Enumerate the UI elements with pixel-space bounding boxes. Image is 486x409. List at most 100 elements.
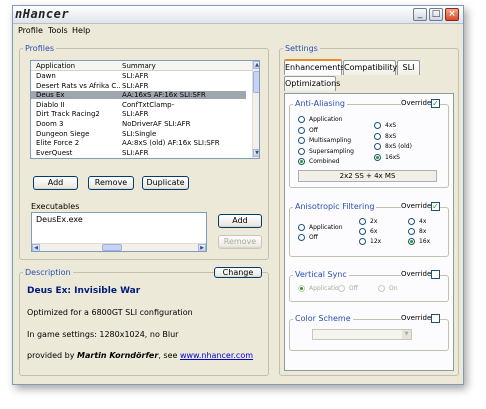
close-button[interactable]: × — [445, 8, 459, 21]
scroll-down-icon[interactable]: ▼ — [253, 149, 259, 157]
radio-label: 8xS (old) — [385, 143, 412, 150]
menu-bar: Profile Tools Help — [13, 24, 463, 38]
radio-button[interactable] — [359, 228, 366, 235]
tab-optimizations[interactable]: Optimizations — [284, 76, 340, 91]
radio-button[interactable] — [298, 147, 305, 155]
menu-help[interactable]: Help — [72, 26, 90, 35]
profiles-title: Profiles — [23, 44, 57, 53]
settings-tabs: Enhancements Compatibility SLI Optimizat… — [284, 59, 454, 93]
row-application: Dungeon Siege — [36, 129, 90, 138]
scroll-right-icon[interactable]: ▶ — [198, 244, 206, 251]
radio-label: 16xS — [385, 153, 400, 161]
settings-title: Settings — [283, 44, 320, 53]
radio-label: 2x — [370, 218, 378, 225]
table-row[interactable]: Desert Rats vs Afrika C... SLI:AFR — [31, 82, 246, 90]
radio-button[interactable] — [374, 122, 381, 129]
row-application: EverQuest — [36, 148, 73, 157]
scroll-left-icon[interactable]: ◀ — [32, 244, 40, 251]
table-row[interactable]: Doom 3 NoDriverAF SLI:AFR — [31, 120, 246, 128]
description-line-1: Optimized for a 6800GT SLI configuration — [27, 308, 193, 317]
row-summary: SLI:AFR — [122, 110, 149, 119]
menu-profile[interactable]: Profile — [18, 26, 43, 35]
radio-label: 6x — [370, 228, 378, 235]
tab-compatibility[interactable]: Compatibility — [343, 60, 397, 75]
radio-button[interactable] — [408, 218, 415, 225]
row-summary: ConfTxtClamp- — [122, 100, 175, 109]
column-header-application[interactable]: Application — [36, 62, 75, 70]
table-row[interactable]: Elite Force 2 AA:8xS (old) AF:16x SLI:SFR — [31, 139, 246, 147]
vsync-override-label: Override — [401, 270, 432, 278]
table-row[interactable]: Dungeon Siege SLI:Single — [31, 130, 246, 138]
radio-button[interactable] — [298, 158, 305, 165]
radio-button[interactable] — [359, 218, 366, 225]
row-application: Elite Force 2 — [36, 139, 80, 148]
radio-button[interactable] — [374, 143, 381, 150]
radio-label: Application — [309, 116, 343, 123]
aa-status: 2x2 SS + 4x MS — [298, 170, 437, 182]
column-header-summary[interactable]: Summary — [122, 62, 156, 70]
row-application: Doom 3 — [36, 120, 64, 128]
radio-button[interactable] — [378, 285, 385, 292]
radio-button[interactable] — [408, 228, 415, 235]
radio-button[interactable] — [298, 234, 305, 241]
vsync-override-checkbox[interactable] — [431, 270, 440, 279]
colorscheme-override-label: Override — [401, 314, 432, 322]
profiles-scrollbar[interactable]: ▲ ▼ — [252, 61, 259, 158]
scroll-thumb[interactable] — [253, 71, 259, 93]
radio-button[interactable] — [298, 126, 305, 134]
maximize-button[interactable]: □ — [429, 8, 443, 21]
radio-button[interactable] — [374, 153, 381, 161]
description-title: Description — [23, 268, 73, 277]
row-summary: SLI:Single — [122, 129, 157, 138]
nhancer-link[interactable]: www.nhancer.com — [180, 351, 253, 360]
duplicate-profile-button[interactable]: Duplicate — [142, 176, 189, 190]
scroll-up-icon[interactable]: ▲ — [253, 61, 259, 69]
colorscheme-dropdown[interactable]: ▼ — [312, 329, 412, 340]
hscroll-thumb[interactable] — [102, 244, 122, 251]
table-row[interactable]: EverQuest SLI:AFR — [31, 149, 246, 157]
provided-by-prefix: provided by — [27, 351, 78, 360]
title-bar[interactable]: nHancer _ □ × — [13, 6, 463, 24]
chevron-down-icon[interactable]: ▼ — [402, 330, 411, 339]
af-override-checkbox[interactable]: ✓ — [431, 202, 440, 211]
tab-sli[interactable]: SLI — [397, 60, 420, 75]
radio-button[interactable] — [374, 132, 381, 140]
game-title: Deus Ex: Invisible War — [27, 286, 141, 296]
af-override-label: Override — [401, 202, 432, 210]
minimize-button[interactable]: _ — [413, 8, 427, 21]
remove-executable-button[interactable]: Remove — [218, 235, 262, 249]
colorscheme-override-checkbox[interactable] — [431, 314, 440, 323]
executables-hscrollbar[interactable]: ◀ ▶ — [32, 243, 206, 251]
radio-label: Off — [309, 126, 318, 134]
menu-tools[interactable]: Tools — [48, 26, 68, 35]
add-profile-button[interactable]: Add — [33, 176, 78, 190]
tab-enhancements[interactable]: Enhancements — [284, 59, 345, 75]
radio-button[interactable] — [298, 137, 305, 144]
radio-label: 8xS — [385, 132, 397, 140]
add-executable-button[interactable]: Add — [218, 214, 262, 228]
remove-profile-button[interactable]: Remove — [88, 176, 134, 190]
table-row[interactable]: Diablo II ConfTxtClamp- — [31, 101, 246, 109]
row-summary: SLI:AFR — [122, 148, 149, 157]
table-row[interactable]: Deus Ex AA:16xS AF:16x SLI:SFR — [31, 91, 246, 100]
change-description-button[interactable]: Change — [214, 267, 262, 278]
aa-override-checkbox[interactable]: ✓ — [431, 99, 440, 108]
profiles-list[interactable]: Application Summary Dawn SLI:AFR Desert Ra… — [30, 60, 260, 159]
row-application: Diablo II — [36, 100, 65, 109]
row-summary: NoDriverAF SLI:AFR — [122, 120, 191, 128]
radio-button[interactable] — [408, 238, 415, 245]
list-header: Application Summary — [31, 61, 252, 71]
colorscheme-title: Color Scheme — [293, 314, 353, 323]
executable-item[interactable]: DeusEx.exe — [36, 215, 83, 224]
radio-button[interactable] — [338, 285, 345, 292]
radio-button[interactable] — [298, 116, 305, 123]
radio-label: 4xS — [385, 122, 397, 129]
radio-button[interactable] — [298, 224, 305, 231]
radio-button[interactable] — [359, 238, 366, 245]
radio-label: Combined — [309, 158, 340, 165]
executables-list[interactable]: DeusEx.exe ◀ ▶ — [31, 212, 207, 252]
radio-button[interactable] — [298, 285, 305, 292]
table-row[interactable]: Dawn SLI:AFR — [31, 72, 246, 80]
radio-label: 16x — [419, 238, 431, 245]
table-row[interactable]: Dirt Track Racing2 SLI:AFR — [31, 110, 246, 118]
